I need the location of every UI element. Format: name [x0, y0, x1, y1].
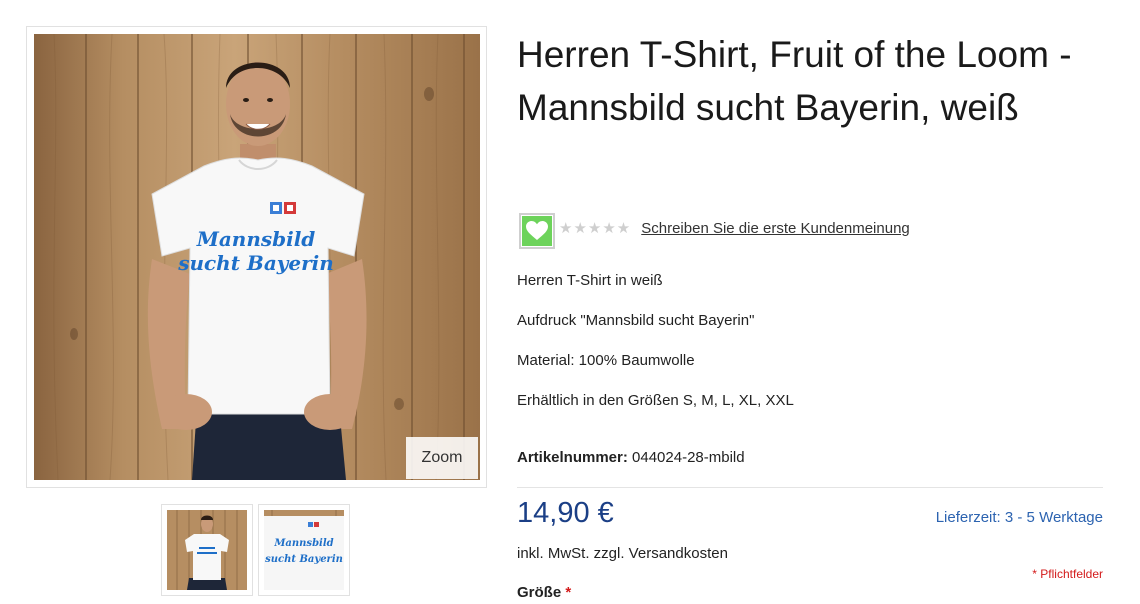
product-price: 14,90 € [517, 497, 614, 529]
shirt-print-line2: sucht Bayerin [177, 251, 334, 275]
divider [517, 487, 1103, 488]
delivery-time-link[interactable]: Lieferzeit: 3 - 5 Werktage [936, 509, 1103, 526]
description-line: Herren T-Shirt in weiß [517, 272, 663, 289]
description-line: Erhältlich in den Größen S, M, L, XL, XX… [517, 392, 794, 409]
required-fields-note: * Pflichtfelder [1032, 567, 1103, 581]
description-line: Aufdruck "Mannsbild sucht Bayerin" [517, 312, 755, 329]
heart-icon [526, 221, 548, 240]
thumbnail-product-photo-model[interactable] [161, 504, 253, 596]
rating-row: ★★★★★ Schreiben Sie die erste Kundenmein… [519, 212, 910, 250]
size-label-text: Größe [517, 584, 562, 601]
thumbnail-product-photo-print-closeup[interactable]: Mannsbild sucht Bayerin [258, 504, 350, 596]
required-marker: * [565, 584, 572, 601]
wishlist-button[interactable] [519, 213, 555, 249]
zoom-button[interactable]: Zoom [406, 437, 478, 479]
product-photo-print-closeup-icon: Mannsbild sucht Bayerin [264, 510, 344, 590]
svg-text:Mannsbild: Mannsbild [273, 538, 333, 549]
size-label: Größe * [517, 584, 571, 601]
sku-label: Artikelnummer: [517, 449, 628, 466]
product-title: Herren T-Shirt, Fruit of the Loom - Mann… [517, 34, 1072, 128]
write-review-link[interactable]: Schreiben Sie die erste Kundenmeinung [641, 220, 910, 237]
main-product-image[interactable]: Mannsbild sucht Bayerin [34, 34, 480, 480]
description-line: Material: 100% Baumwolle [517, 352, 695, 369]
svg-text:sucht Bayerin: sucht Bayerin [265, 554, 343, 565]
shirt-print-line1: Mannsbild [196, 227, 316, 251]
main-product-image-frame: Mannsbild sucht Bayerin Zoom [26, 26, 487, 488]
tax-note: inkl. MwSt. zzgl. Versandkosten [517, 545, 728, 562]
sku-value: 044024-28-mbild [632, 449, 745, 466]
sku-row: Artikelnummer: 044024-28-mbild [517, 449, 745, 466]
product-photo-model-icon [167, 510, 247, 590]
rating-stars: ★★★★★ [559, 220, 632, 237]
